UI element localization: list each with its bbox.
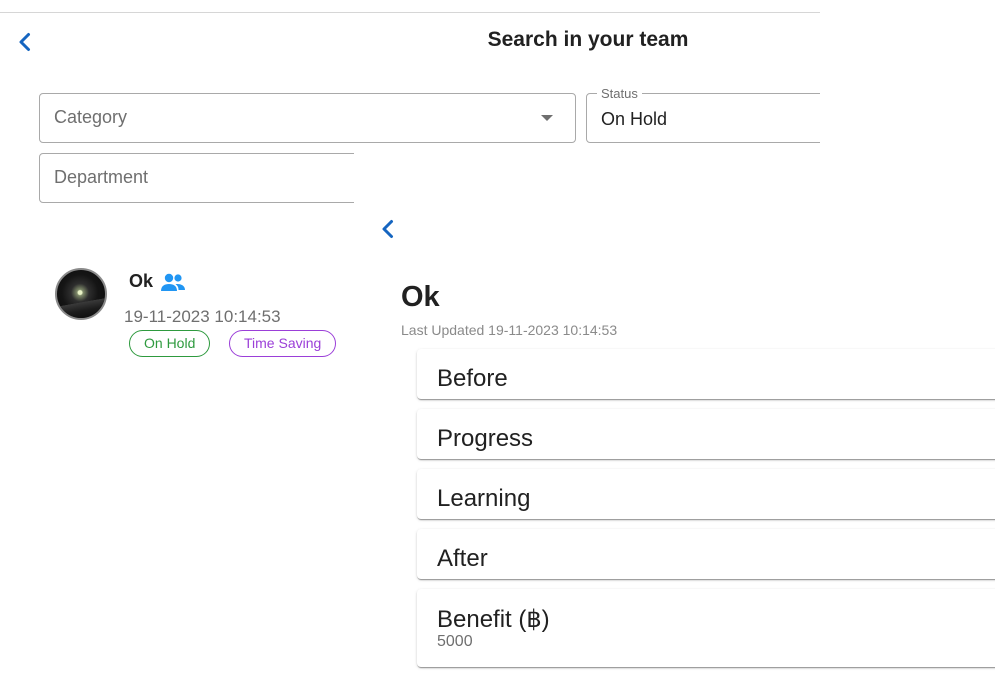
- section-label: After: [437, 545, 488, 572]
- chevron-left-icon: [382, 220, 393, 238]
- panel-crop: [820, 80, 995, 150]
- category-select[interactable]: Category: [39, 93, 576, 143]
- page-title: Search in your team: [487, 28, 689, 51]
- section-label: Progress: [437, 425, 534, 452]
- status-select[interactable]: Status On Hold: [586, 86, 846, 143]
- section-learning[interactable]: Learning: [417, 469, 995, 519]
- section-benefit[interactable]: Benefit (฿) 5000: [417, 589, 995, 667]
- top-divider: [0, 12, 820, 13]
- section-label: Before: [437, 365, 508, 392]
- section-after[interactable]: After: [417, 529, 995, 579]
- avatar: [55, 268, 107, 320]
- list-item[interactable]: Ok 19-11-2023 10:14:53 On Hold Time Savi…: [40, 258, 360, 368]
- last-updated: Last Updated 19-11-2023 10:14:53: [401, 322, 618, 338]
- item-date: 19-11-2023 10:14:53: [124, 307, 281, 326]
- department-input[interactable]: Department: [39, 153, 379, 203]
- section-label: Benefit (฿): [437, 606, 550, 633]
- section-before[interactable]: Before: [417, 349, 995, 399]
- detail-back-button[interactable]: [376, 217, 400, 241]
- status-label: Status: [597, 86, 642, 101]
- section-progress[interactable]: Progress: [417, 409, 995, 459]
- panel-crop: [354, 150, 834, 210]
- status-value: On Hold: [601, 109, 668, 129]
- group-icon: [161, 273, 185, 291]
- arrow-drop-down-icon: [541, 115, 553, 121]
- category-chip: Time Saving: [229, 330, 337, 357]
- benefit-value: 5000: [437, 633, 473, 650]
- section-label: Learning: [437, 485, 531, 512]
- category-placeholder: Category: [54, 107, 128, 127]
- status-chip: On Hold: [129, 330, 211, 357]
- department-placeholder: Department: [54, 167, 149, 187]
- detail-title: Ok: [401, 281, 440, 313]
- item-title: Ok: [129, 271, 154, 291]
